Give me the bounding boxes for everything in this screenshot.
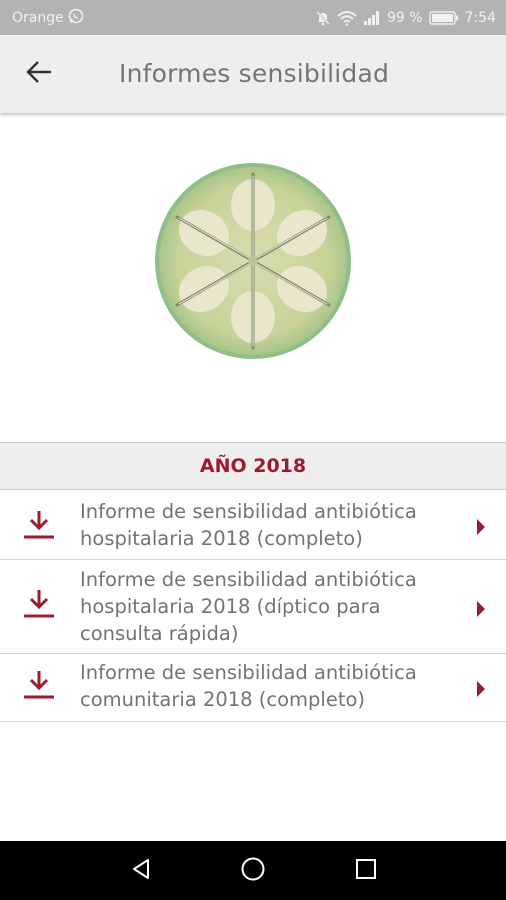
battery-icon — [428, 10, 459, 25]
report-title-line: consulta rápida) — [80, 622, 239, 645]
report-title-line: hospitalaria 2018 (díptico para — [80, 595, 381, 618]
whatsapp-icon — [68, 8, 84, 28]
report-title: Informe de sensibilidad antibiótica comu… — [80, 659, 450, 713]
download-icon — [22, 509, 56, 541]
page-title: Informes sensibilidad — [119, 59, 390, 88]
report-title: Informe de sensibilidad antibiótica hosp… — [80, 498, 450, 552]
wifi-icon — [337, 10, 357, 26]
carrier-label: Orange — [12, 9, 64, 26]
back-button[interactable] — [20, 56, 58, 92]
report-list-item[interactable]: Informe de sensibilidad antibiótica hosp… — [0, 560, 506, 654]
back-triangle-icon — [129, 857, 153, 885]
nav-back-button[interactable] — [125, 855, 157, 887]
status-bar: Orange 99 % 7:54 — [0, 0, 506, 35]
section-header: AÑO 2018 — [0, 442, 506, 490]
report-title-line: Informe de sensibilidad antibiótica — [80, 661, 417, 684]
navigation-bar — [0, 841, 506, 900]
chevron-right-icon — [475, 518, 487, 536]
chevron-right-icon — [475, 680, 487, 698]
report-list-item[interactable]: Informe de sensibilidad antibiótica comu… — [0, 654, 506, 722]
mute-icon — [315, 10, 331, 26]
arrow-left-icon — [26, 60, 52, 88]
download-icon — [22, 588, 56, 620]
signal-icon — [363, 10, 381, 26]
app-bar: Informes sensibilidad — [0, 35, 506, 113]
petri-dish-image — [154, 162, 352, 360]
battery-percent: 99 % — [386, 9, 423, 26]
clock: 7:54 — [464, 9, 496, 26]
report-title-line: Informe de sensibilidad antibiótica — [80, 500, 417, 523]
nav-home-button[interactable] — [237, 855, 269, 887]
section-title: AÑO 2018 — [199, 455, 307, 477]
nav-recents-button[interactable] — [350, 855, 382, 887]
report-title-line: Informe de sensibilidad antibiótica — [80, 568, 417, 591]
report-title-line: hospitalaria 2018 (completo) — [80, 527, 363, 550]
recents-square-icon — [354, 857, 378, 885]
report-list-item[interactable]: Informe de sensibilidad antibiótica hosp… — [0, 490, 506, 560]
download-icon — [22, 669, 56, 701]
chevron-right-icon — [475, 600, 487, 618]
report-title: Informe de sensibilidad antibiótica hosp… — [80, 566, 450, 647]
report-title-line: comunitaria 2018 (completo) — [80, 688, 366, 711]
home-circle-icon — [240, 856, 266, 886]
